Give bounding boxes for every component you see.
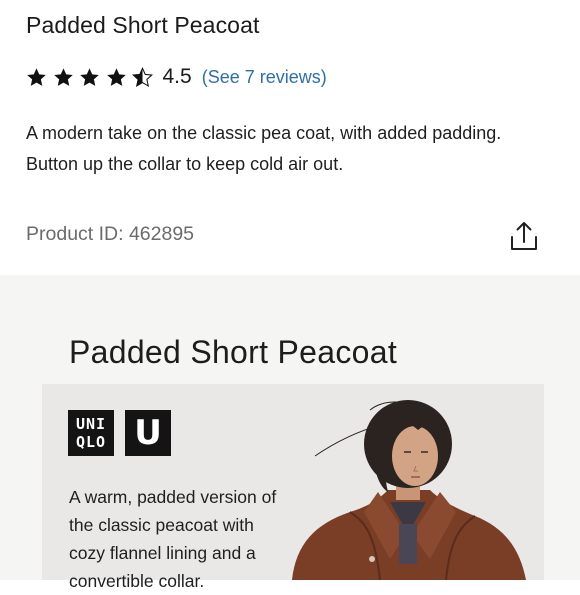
see-reviews-link[interactable]: (See 7 reviews) [202, 67, 327, 88]
half-star-icon [132, 66, 153, 87]
share-icon[interactable] [509, 220, 539, 252]
feature-description: A warm, padded version of the classic pe… [69, 487, 277, 591]
star-icon [27, 67, 46, 86]
product-description: A modern take on the classic pea coat, w… [26, 123, 502, 174]
star-icon [106, 67, 126, 86]
star-rating [26, 66, 159, 88]
uniqlo-logo-line: QLO [75, 433, 107, 451]
uniqlo-logo: UNI QLO [68, 410, 114, 456]
rating-value: 4.5 [162, 65, 192, 88]
product-title: Padded Short Peacoat [26, 12, 260, 38]
star-icon [80, 67, 99, 86]
u-logo: U [125, 410, 171, 456]
banner-title: Padded Short Peacoat [69, 334, 398, 370]
model-photo [280, 384, 544, 580]
rating-row: 4.5 (See 7 reviews) [26, 62, 327, 92]
uniqlo-logo-line: UNI [75, 415, 107, 433]
product-id: Product ID: 462895 [26, 223, 195, 245]
star-icon [53, 67, 73, 86]
product-info-section: Padded Short Peacoat 4.5 (See 7 reviews)… [0, 0, 580, 275]
